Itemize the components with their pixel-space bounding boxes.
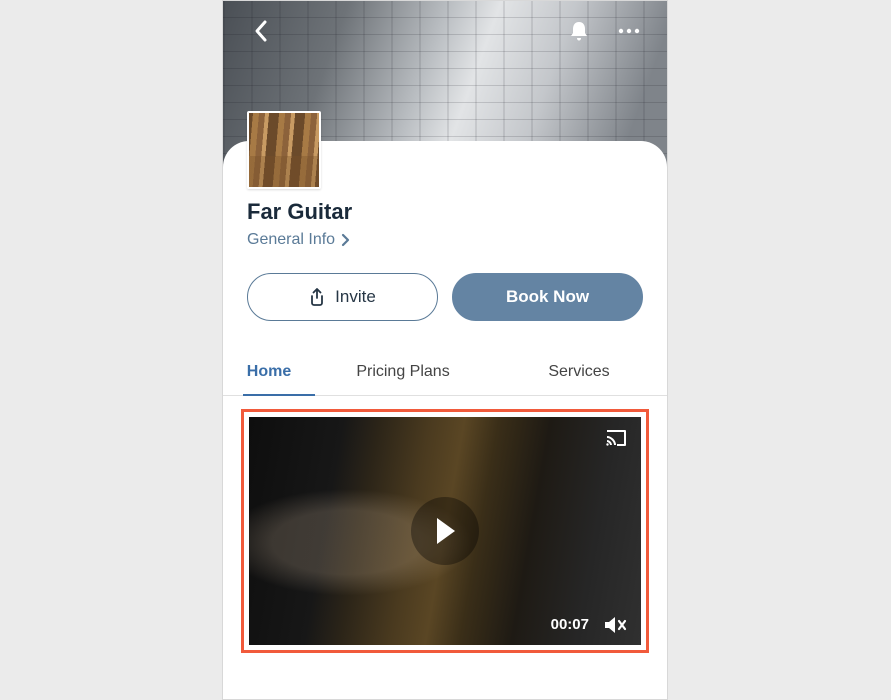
page-title: Far Guitar xyxy=(223,199,667,225)
tab-pricing-plans[interactable]: Pricing Plans xyxy=(315,351,491,395)
cast-button[interactable] xyxy=(605,429,627,447)
action-row: Invite Book Now xyxy=(223,249,667,321)
mobile-screen: Far Guitar General Info Invite Book Now … xyxy=(222,0,668,700)
bell-icon xyxy=(569,20,589,42)
video-time: 00:07 xyxy=(551,616,589,633)
video-highlight-frame: 00:07 xyxy=(241,409,649,653)
general-info-link[interactable]: General Info xyxy=(223,225,667,249)
more-horizontal-icon xyxy=(617,27,641,35)
tab-bar: Home Pricing Plans Services xyxy=(223,351,667,396)
mute-button[interactable] xyxy=(603,615,627,635)
profile-card: Far Guitar General Info Invite Book Now … xyxy=(223,141,667,669)
tab-home[interactable]: Home xyxy=(223,351,315,395)
cover-toolbar xyxy=(223,15,667,47)
invite-label: Invite xyxy=(335,287,376,307)
chevron-left-icon xyxy=(253,19,269,43)
play-icon xyxy=(431,516,459,546)
tab-services[interactable]: Services xyxy=(491,351,667,395)
cast-icon xyxy=(605,429,627,447)
avatar[interactable] xyxy=(247,111,321,189)
general-info-label: General Info xyxy=(247,231,335,249)
play-button[interactable] xyxy=(411,497,479,565)
notifications-button[interactable] xyxy=(563,15,595,47)
back-button[interactable] xyxy=(245,15,277,47)
tab-home-label: Home xyxy=(247,363,291,380)
share-icon xyxy=(309,288,325,306)
tab-pricing-label: Pricing Plans xyxy=(356,363,449,380)
volume-mute-icon xyxy=(603,615,627,635)
tab-services-label: Services xyxy=(548,363,609,380)
book-now-button[interactable]: Book Now xyxy=(452,273,643,321)
video-player[interactable]: 00:07 xyxy=(249,417,641,645)
chevron-right-icon xyxy=(341,233,350,247)
book-label: Book Now xyxy=(506,287,589,307)
more-button[interactable] xyxy=(613,15,645,47)
invite-button[interactable]: Invite xyxy=(247,273,438,321)
